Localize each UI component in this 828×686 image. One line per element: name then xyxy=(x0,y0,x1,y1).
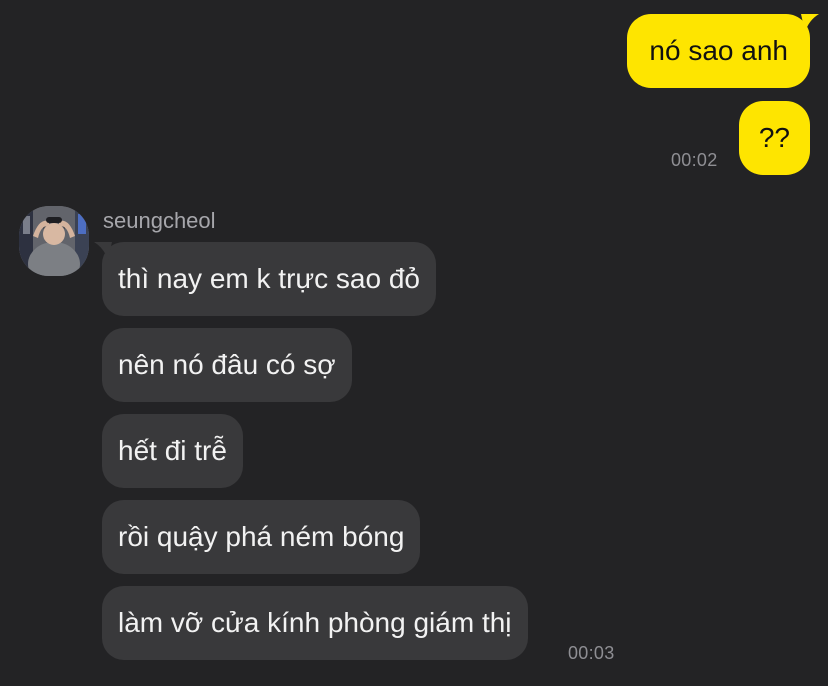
chat-window: nó sao anh ?? 00:02 seungcheol thì nay e… xyxy=(0,0,828,686)
incoming-message[interactable]: hết đi trễ xyxy=(102,414,243,488)
outgoing-message[interactable]: nó sao anh xyxy=(627,14,819,88)
message-text: nó sao anh xyxy=(649,35,788,66)
incoming-message[interactable]: rồi quậy phá ném bóng xyxy=(102,500,421,574)
message-text: nên nó đâu có sợ xyxy=(118,349,336,380)
sender-name: seungcheol xyxy=(103,208,216,233)
incoming-message[interactable]: nên nó đâu có sợ xyxy=(102,328,352,402)
message-text: hết đi trễ xyxy=(118,435,227,466)
incoming-message[interactable]: làm vỡ cửa kính phòng giám thị xyxy=(102,586,528,660)
message-timestamp: 00:03 xyxy=(568,643,615,663)
bubble-tail-icon xyxy=(94,242,112,260)
incoming-message[interactable]: thì nay em k trực sao đỏ xyxy=(94,242,436,316)
message-timestamp: 00:02 xyxy=(671,150,718,170)
message-text: thì nay em k trực sao đỏ xyxy=(118,263,420,294)
message-text: ?? xyxy=(758,122,790,153)
outgoing-message[interactable]: ?? xyxy=(738,101,810,175)
message-text: làm vỡ cửa kính phòng giám thị xyxy=(118,607,512,638)
avatar[interactable] xyxy=(19,206,89,276)
profile-photo-icon xyxy=(19,206,89,276)
message-text: rồi quậy phá ném bóng xyxy=(118,521,405,552)
bubble-tail-icon xyxy=(801,14,819,32)
